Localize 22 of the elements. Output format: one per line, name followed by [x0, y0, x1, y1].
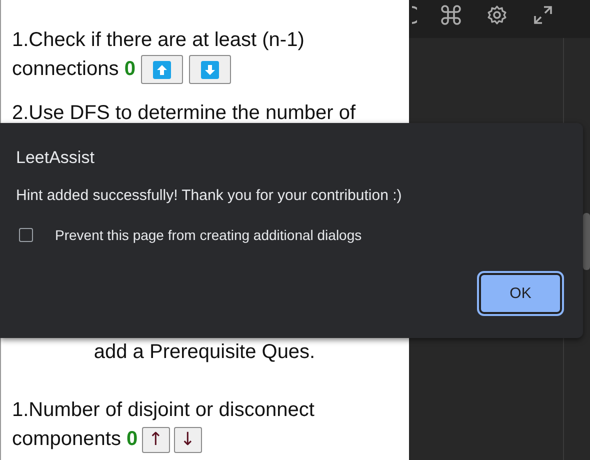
vote-button[interactable]: ↑: [142, 426, 170, 453]
hint-text: components: [12, 428, 121, 450]
expand-icon[interactable]: [533, 5, 553, 25]
upvote-button[interactable]: [141, 55, 184, 84]
hint-text: 1.Check if there are at least (n-1): [12, 29, 304, 51]
section-heading: add a Prerequisite Ques.: [92, 340, 316, 365]
checkbox-label: Prevent this page from creating additional dialogs: [55, 227, 362, 243]
ok-button[interactable]: OK: [479, 273, 562, 314]
vote-button[interactable]: ↓: [174, 426, 202, 453]
arc-icon[interactable]: [411, 5, 417, 25]
checkbox[interactable]: [19, 228, 33, 242]
vote-count: 0: [126, 428, 138, 450]
dialog-title: LeetAssist: [16, 148, 96, 168]
hint-text: connections: [12, 58, 119, 80]
hint-text: 1.Number of disjoint or disconnect: [12, 399, 314, 421]
downvote-button[interactable]: [189, 55, 232, 84]
vote-count: 0: [124, 58, 136, 80]
settings-icon[interactable]: [487, 5, 507, 25]
dialog-message: Hint added successfully! Thank you for your contribution :): [16, 187, 403, 205]
scrollbar-thumb[interactable]: [583, 213, 590, 270]
command-icon[interactable]: [441, 5, 461, 25]
hint-text: 2.Use DFS to determine the number of: [12, 102, 356, 124]
